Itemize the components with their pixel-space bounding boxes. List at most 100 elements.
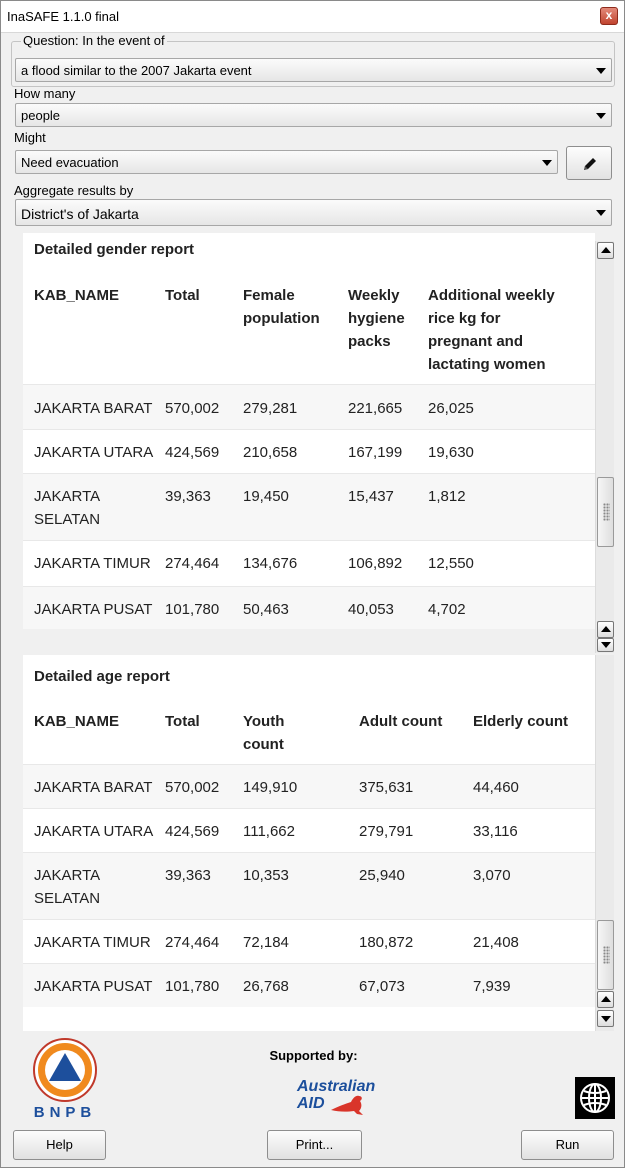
gender-report-scrollbar[interactable] <box>595 241 614 653</box>
aggregate-label: Aggregate results by <box>14 183 134 198</box>
cell-name: JAKARTA PUSAT <box>34 600 153 618</box>
table-row: JAKARTA BARAT 570,002 149,910 375,631 44… <box>23 763 595 808</box>
arrow-up-icon <box>601 247 611 253</box>
scroll-up-button[interactable] <box>597 242 614 259</box>
window-title: InaSAFE 1.1.0 final <box>7 9 120 24</box>
scroll-up-button[interactable] <box>597 621 614 638</box>
bnpb-text: BNPB <box>34 1104 97 1121</box>
exposure-value: people <box>21 108 61 123</box>
aggregate-combo[interactable]: District's of Jakarta <box>15 199 612 226</box>
kangaroo-icon <box>331 1095 363 1115</box>
scroll-thumb[interactable] <box>597 920 614 990</box>
how-many-label: How many <box>14 86 76 101</box>
table-row: JAKARTA PUSAT 101,780 26,768 67,073 7,93… <box>23 962 595 1007</box>
cell-name: JAKARTA BARAT <box>34 778 153 796</box>
table-header-row: KAB_NAME Total Youth count Adult count El… <box>23 699 595 764</box>
cell-elderly: 7,939 <box>473 962 595 1007</box>
function-value: Need evacuation <box>21 155 119 170</box>
scroll-thumb[interactable] <box>597 477 614 547</box>
table-row: JAKARTA SELATAN 39,363 19,450 15,437 1,81… <box>23 472 595 540</box>
cell-name: JAKARTA <box>34 866 101 884</box>
exposure-combo[interactable]: people <box>15 103 612 127</box>
cell-adult: 67,073 <box>359 962 473 1007</box>
arrow-up-icon <box>601 626 611 632</box>
scroll-up-button[interactable] <box>597 991 614 1008</box>
cell-rice: 26,025 <box>428 383 595 429</box>
cell-hygiene: 40,053 <box>348 585 428 629</box>
cell-youth: 111,662 <box>243 807 359 852</box>
col-hygiene: Weekly hygiene packs <box>348 287 405 350</box>
cell-name: JAKARTA TIMUR <box>34 933 151 951</box>
age-report-scrollbar[interactable] <box>595 655 614 1031</box>
gender-report-table: KAB_NAME Total Female population Weekly hy… <box>23 273 595 629</box>
cell-female: 134,676 <box>243 539 348 586</box>
age-report-panel: Detailed age report KAB_NAME Total Youth… <box>23 655 595 1031</box>
col-rice: Additional weekly rice kg for pregnant and… <box>428 287 555 373</box>
close-button[interactable]: x <box>600 7 618 25</box>
cell-total: 39,363 <box>165 851 243 919</box>
might-label: Might <box>14 130 46 145</box>
grip-icon <box>603 503 610 521</box>
cell-female: 210,658 <box>243 428 348 473</box>
chevron-down-icon <box>596 68 606 74</box>
edit-function-button[interactable] <box>566 146 612 180</box>
col-kab-name: KAB_NAME <box>34 287 120 304</box>
pencil-icon <box>584 158 596 170</box>
title-bar[interactable]: InaSAFE 1.1.0 final x <box>1 1 624 33</box>
cell-total: 424,569 <box>165 807 243 852</box>
world-bank-logo <box>575 1077 615 1119</box>
gender-report-panel: Detailed gender report KAB_NAME Total Fe… <box>23 233 595 629</box>
cell-name: JAKARTA PUSAT <box>34 977 153 995</box>
cell-youth: 26,768 <box>243 962 359 1007</box>
cell-total: 39,363 <box>165 472 243 540</box>
ausaid-line2: AID <box>297 1095 325 1112</box>
cell-total: 101,780 <box>165 962 243 1007</box>
cell-name: JAKARTA TIMUR <box>34 554 151 572</box>
cell-elderly: 33,116 <box>473 807 595 852</box>
cell-female: 279,281 <box>243 383 348 429</box>
cell-rice: 12,550 <box>428 539 595 586</box>
hazard-value: a flood similar to the 2007 Jakarta even… <box>21 63 252 78</box>
table-row: JAKARTA TIMUR 274,464 72,184 180,872 21,… <box>23 918 595 963</box>
table-row: JAKARTA BARAT 570,002 279,281 221,665 26… <box>23 383 595 429</box>
cell-total: 570,002 <box>165 763 243 808</box>
cell-total: 274,464 <box>165 539 243 586</box>
col-kab-name: KAB_NAME <box>34 713 120 730</box>
cell-adult: 180,872 <box>359 918 473 963</box>
chevron-down-icon <box>596 113 606 119</box>
ausaid-logo: Australian AID <box>297 1078 387 1120</box>
table-row: JAKARTA PUSAT 101,780 50,463 40,053 4,70… <box>23 585 595 629</box>
age-report-table: KAB_NAME Total Youth count Adult count El… <box>23 699 595 1007</box>
cell-total: 424,569 <box>165 428 243 473</box>
print-button[interactable]: Print... <box>267 1130 362 1160</box>
scroll-down-button[interactable] <box>597 1010 614 1027</box>
run-button[interactable]: Run <box>521 1130 614 1160</box>
inasafe-dock-window: InaSAFE 1.1.0 final x Question: In the e… <box>0 0 625 1168</box>
arrow-down-icon <box>601 642 611 648</box>
help-button[interactable]: Help <box>13 1130 106 1160</box>
function-combo[interactable]: Need evacuation <box>15 150 558 174</box>
chevron-down-icon <box>542 160 552 166</box>
arrow-up-icon <box>601 996 611 1002</box>
supported-by-label: Supported by: <box>269 1048 358 1063</box>
col-total: Total <box>165 287 200 304</box>
cell-elderly: 3,070 <box>473 851 595 919</box>
cell-hygiene: 106,892 <box>348 539 428 586</box>
question-legend: Question: In the event of <box>21 33 167 48</box>
col-adult: Adult count <box>359 713 443 730</box>
table-row: JAKARTA UTARA 424,569 111,662 279,791 33… <box>23 807 595 852</box>
hazard-combo[interactable]: a flood similar to the 2007 Jakarta even… <box>15 58 612 82</box>
cell-adult: 279,791 <box>359 807 473 852</box>
cell-elderly: 21,408 <box>473 918 595 963</box>
cell-female: 19,450 <box>243 472 348 540</box>
cell-youth: 10,353 <box>243 851 359 919</box>
cell-youth: 149,910 <box>243 763 359 808</box>
cell-hygiene: 167,199 <box>348 428 428 473</box>
cell-total: 274,464 <box>165 918 243 963</box>
arrow-down-icon <box>601 1016 611 1022</box>
cell-name: JAKARTA UTARA <box>34 443 154 461</box>
cell-youth: 72,184 <box>243 918 359 963</box>
cell-rice: 19,630 <box>428 428 595 473</box>
scroll-down-button[interactable] <box>597 638 614 652</box>
cell-adult: 375,631 <box>359 763 473 808</box>
